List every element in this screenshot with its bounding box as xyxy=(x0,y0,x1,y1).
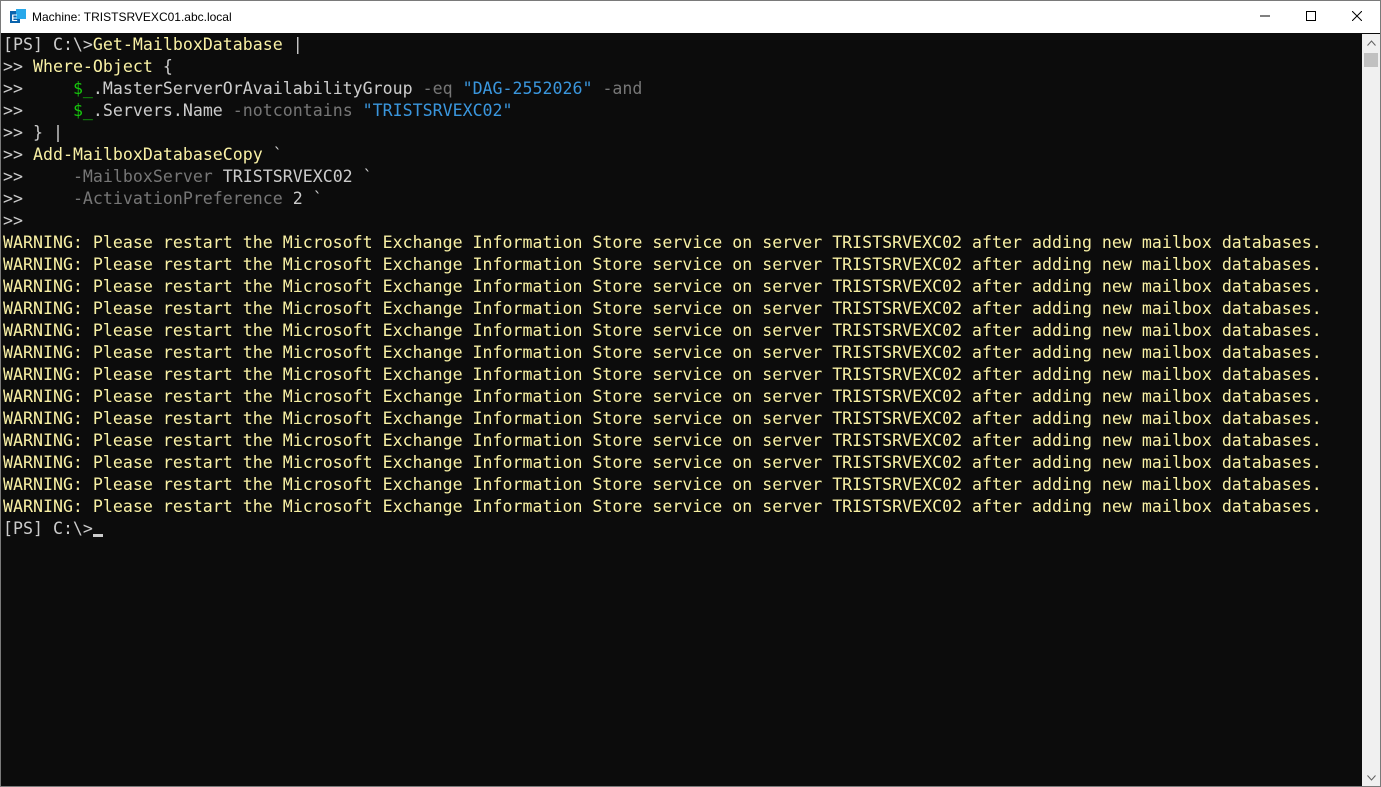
console-line: [PS] C:\>Get-MailboxDatabase | xyxy=(1,34,1362,56)
console-text: | xyxy=(282,35,303,54)
console-line: WARNING: Please restart the Microsoft Ex… xyxy=(1,320,1362,342)
maximize-button[interactable] xyxy=(1288,1,1334,33)
minimize-icon xyxy=(1260,10,1270,24)
console-line: WARNING: Please restart the Microsoft Ex… xyxy=(1,474,1362,496)
parameter-token: -and xyxy=(592,79,643,98)
parameter-token: -ActivationPreference xyxy=(72,189,293,208)
console-text: TRISTSRVEXC02 ` xyxy=(222,167,373,186)
console-text: >> xyxy=(3,101,73,120)
warning-text: WARNING: Please restart the Microsoft Ex… xyxy=(3,497,1322,516)
console-line: WARNING: Please restart the Microsoft Ex… xyxy=(1,452,1362,474)
command-token: Where-Object xyxy=(32,57,153,76)
command-token: Add-MailboxDatabaseCopy xyxy=(32,145,263,164)
minimize-button[interactable] xyxy=(1242,1,1288,33)
console-text: >> xyxy=(3,57,33,76)
console-line: WARNING: Please restart the Microsoft Ex… xyxy=(1,254,1362,276)
console-text: >> xyxy=(3,167,73,186)
console-line: WARNING: Please restart the Microsoft Ex… xyxy=(1,496,1362,518)
warning-text: WARNING: Please restart the Microsoft Ex… xyxy=(3,453,1322,472)
exchange-management-shell-icon: E xyxy=(10,9,26,25)
console-line: WARNING: Please restart the Microsoft Ex… xyxy=(1,430,1362,452)
console-line: WARNING: Please restart the Microsoft Ex… xyxy=(1,276,1362,298)
console-text: { xyxy=(152,57,173,76)
console-text: [PS] C:\> xyxy=(3,35,93,54)
warning-text: WARNING: Please restart the Microsoft Ex… xyxy=(3,409,1322,428)
console-line: WARNING: Please restart the Microsoft Ex… xyxy=(1,298,1362,320)
svg-text:E: E xyxy=(12,13,18,23)
console-text: .Servers.Name xyxy=(92,101,233,120)
warning-text: WARNING: Please restart the Microsoft Ex… xyxy=(3,255,1322,274)
variable-token: $_ xyxy=(72,101,93,120)
warning-text: WARNING: Please restart the Microsoft Ex… xyxy=(3,431,1322,450)
title-bar[interactable]: E Machine: TRISTSRVEXC01.abc.local xyxy=(1,1,1380,33)
console-line: >> -ActivationPreference 2 ` xyxy=(1,188,1362,210)
warning-text: WARNING: Please restart the Microsoft Ex… xyxy=(3,475,1322,494)
close-button[interactable] xyxy=(1334,1,1380,33)
parameter-token: -MailboxServer xyxy=(72,167,223,186)
console-line: WARNING: Please restart the Microsoft Ex… xyxy=(1,232,1362,254)
text-cursor xyxy=(92,534,103,537)
console-text: >> } | xyxy=(3,123,63,142)
warning-text: WARNING: Please restart the Microsoft Ex… xyxy=(3,321,1322,340)
console-text: >> xyxy=(3,189,73,208)
console-text: .MasterServerOrAvailabilityGroup xyxy=(92,79,423,98)
scrollbar-thumb[interactable] xyxy=(1364,53,1378,67)
variable-token: $_ xyxy=(72,79,93,98)
console-line: >> -MailboxServer TRISTSRVEXC02 ` xyxy=(1,166,1362,188)
console-line: >> Where-Object { xyxy=(1,56,1362,78)
console-text: ` xyxy=(262,145,283,164)
scroll-down-icon[interactable] xyxy=(1362,769,1380,786)
console-text: >> xyxy=(3,79,73,98)
console-line: >> Add-MailboxDatabaseCopy ` xyxy=(1,144,1362,166)
warning-text: WARNING: Please restart the Microsoft Ex… xyxy=(3,233,1322,252)
console-line: >> $_.MasterServerOrAvailabilityGroup -e… xyxy=(1,78,1362,100)
console-output[interactable]: [PS] C:\>Get-MailboxDatabase | >> Where-O… xyxy=(1,34,1362,786)
console-line: >> xyxy=(1,210,1362,232)
close-icon xyxy=(1351,10,1363,24)
prompt-line[interactable]: [PS] C:\> xyxy=(1,518,1362,540)
warning-text: WARNING: Please restart the Microsoft Ex… xyxy=(3,387,1322,406)
console-line: WARNING: Please restart the Microsoft Ex… xyxy=(1,408,1362,430)
prompt-text: [PS] C:\> xyxy=(3,519,93,538)
warning-text: WARNING: Please restart the Microsoft Ex… xyxy=(3,277,1322,296)
scroll-up-icon[interactable] xyxy=(1362,34,1380,51)
console-text: >> xyxy=(3,211,23,230)
warning-text: WARNING: Please restart the Microsoft Ex… xyxy=(3,343,1322,362)
console-window: E Machine: TRISTSRVEXC01.abc.local [PS] … xyxy=(0,0,1381,787)
console-line: WARNING: Please restart the Microsoft Ex… xyxy=(1,386,1362,408)
console-line: >> } | xyxy=(1,122,1362,144)
parameter-token: -eq xyxy=(422,79,463,98)
console-text: 2 ` xyxy=(292,189,323,208)
window-title: Machine: TRISTSRVEXC01.abc.local xyxy=(32,10,232,24)
console-line: >> $_.Servers.Name -notcontains "TRISTSR… xyxy=(1,100,1362,122)
command-token: Get-MailboxDatabase xyxy=(92,35,283,54)
console-line: WARNING: Please restart the Microsoft Ex… xyxy=(1,342,1362,364)
console-line: WARNING: Please restart the Microsoft Ex… xyxy=(1,364,1362,386)
warning-text: WARNING: Please restart the Microsoft Ex… xyxy=(3,365,1322,384)
warning-text: WARNING: Please restart the Microsoft Ex… xyxy=(3,299,1322,318)
string-token: "DAG-2552026" xyxy=(462,79,593,98)
string-token: "TRISTSRVEXC02" xyxy=(362,101,513,120)
vertical-scrollbar[interactable] xyxy=(1362,34,1380,786)
parameter-token: -notcontains xyxy=(232,101,363,120)
maximize-icon xyxy=(1306,10,1316,24)
console-text: >> xyxy=(3,145,33,164)
